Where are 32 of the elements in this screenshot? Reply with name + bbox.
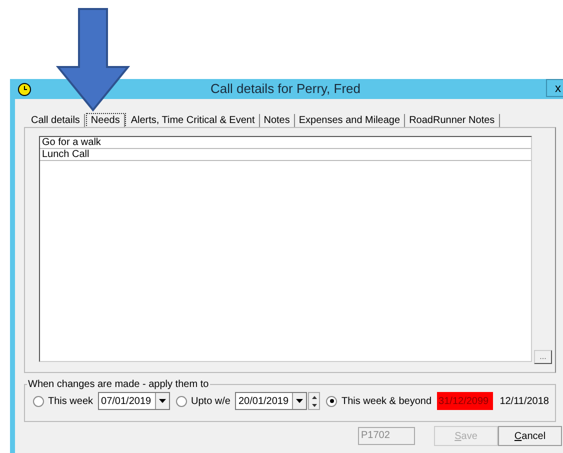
tab[interactable]: Call details: [27, 114, 85, 127]
option-label: This week & beyond: [341, 394, 432, 408]
radio-button[interactable]: [326, 396, 338, 406]
tab[interactable]: Notes: [260, 114, 295, 127]
tab[interactable]: Alerts, Time Critical & Event: [126, 114, 260, 127]
list-item[interactable]: Go for a walk: [40, 137, 531, 149]
down-arrow-icon: [56, 8, 130, 112]
list-item[interactable]: Lunch Call: [40, 149, 531, 161]
option-label: Upto w/e: [191, 394, 230, 408]
window-title: Call details for Perry, Fred: [209, 80, 362, 98]
dropdown-button[interactable]: [155, 393, 170, 409]
up-arrow-icon: [312, 396, 317, 398]
code-field: P1702: [358, 427, 415, 445]
caret-icon: [159, 399, 166, 403]
radio-button[interactable]: [33, 396, 44, 406]
radio-button[interactable]: [176, 396, 188, 406]
down-arrow-icon: [312, 404, 317, 406]
tab[interactable]: Expenses and Mileage: [294, 114, 406, 127]
date-field[interactable]: 20/01/2019: [235, 392, 308, 410]
close-button[interactable]: x: [546, 79, 563, 97]
spin-button[interactable]: [308, 392, 320, 410]
caret-icon: [296, 399, 304, 403]
clock-icon: [18, 82, 31, 96]
tab[interactable]: RoadRunner Notes: [405, 114, 500, 127]
tab[interactable]: Needs: [86, 114, 125, 127]
group-title: When changes are made - apply them to: [27, 378, 210, 392]
dropdown-button[interactable]: [292, 393, 306, 409]
date-field[interactable]: 07/01/2019: [98, 392, 170, 410]
cancel-button[interactable]: Cancel: [498, 426, 562, 446]
option-label: This week: [48, 394, 94, 408]
created-date: 12/11/2018: [500, 394, 549, 408]
more-button[interactable]: ...: [534, 350, 552, 364]
